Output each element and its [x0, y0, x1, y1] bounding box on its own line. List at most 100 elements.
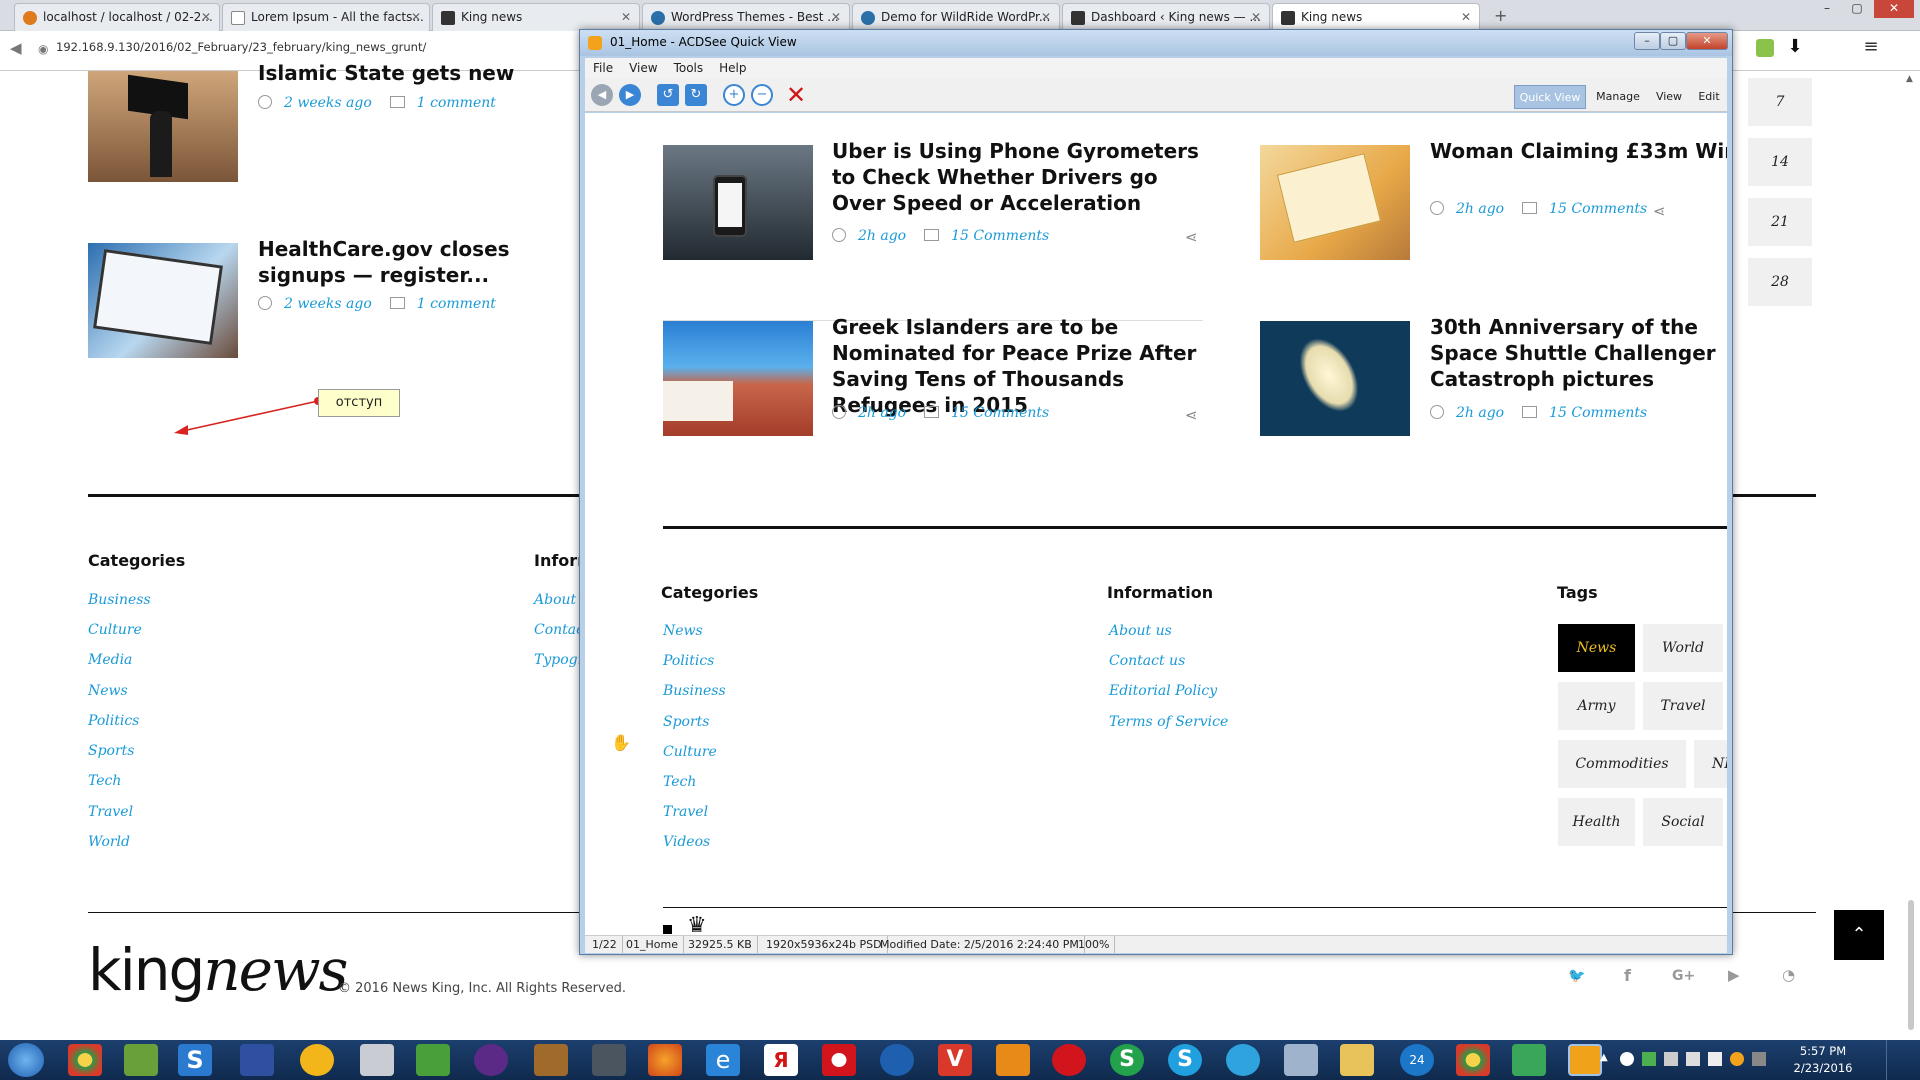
explorer-icon[interactable] — [1340, 1044, 1374, 1076]
notepad-icon[interactable] — [1284, 1044, 1318, 1076]
footer-link[interactable]: News — [663, 623, 703, 639]
previous-icon[interactable]: ◀ — [591, 84, 613, 106]
menu-icon[interactable]: ≡ — [1862, 38, 1880, 57]
tray-app-icon[interactable] — [1642, 1052, 1656, 1066]
article-thumbnail[interactable] — [663, 145, 813, 260]
opera-icon[interactable] — [822, 1044, 856, 1076]
footer-link[interactable]: Business — [88, 592, 151, 608]
app-warning-icon[interactable] — [300, 1044, 334, 1076]
viewer-close-button[interactable]: ✕ — [1686, 32, 1728, 50]
next-icon[interactable]: ▶ — [619, 84, 641, 106]
new-tab-button[interactable]: + — [1494, 6, 1507, 25]
tray-app-icon[interactable] — [1730, 1052, 1744, 1066]
footer-link[interactable]: Sports — [88, 743, 134, 759]
browser-tab[interactable]: Lorem Ipsum - All the facts... ✕ — [222, 3, 430, 31]
tag-chip[interactable]: Commodities — [1558, 740, 1686, 788]
volume-icon[interactable] — [1708, 1052, 1722, 1066]
clock-date[interactable]: 2/23/2016 — [1778, 1061, 1868, 1075]
twitter-icon[interactable]: 🐦 — [1568, 968, 1585, 984]
calendar-day[interactable]: 28 — [1748, 258, 1812, 306]
tag-chip[interactable]: NI — [1694, 740, 1727, 788]
viewer-maximize-button[interactable]: ▢ — [1660, 32, 1686, 50]
footer-link[interactable]: Politics — [88, 713, 139, 729]
tag-chip[interactable]: Social — [1643, 798, 1723, 846]
close-window-button[interactable]: ✕ — [1874, 0, 1914, 18]
rss-icon[interactable]: ◔ — [1782, 966, 1795, 984]
chart-app-icon[interactable] — [416, 1044, 450, 1076]
close-tab-icon[interactable]: ✕ — [1041, 4, 1051, 31]
footer-link[interactable]: Culture — [663, 744, 717, 760]
battery-icon[interactable] — [1752, 1052, 1766, 1066]
start-button[interactable] — [8, 1043, 44, 1077]
vivaldi-icon[interactable]: V — [938, 1044, 972, 1076]
footer-link[interactable]: Videos — [663, 834, 710, 850]
article-title[interactable]: Uber is Using Phone Gyrometers to Check … — [832, 138, 1202, 216]
viewer-image[interactable]: Uber is Using Phone Gyrometers to Check … — [585, 113, 1727, 935]
footer-link[interactable]: Business — [663, 683, 726, 699]
back-icon[interactable]: ◀ — [10, 39, 22, 57]
close-tab-icon[interactable]: ✕ — [831, 4, 841, 31]
mode-edit[interactable]: Edit — [1691, 85, 1727, 109]
footer-link[interactable]: News — [88, 683, 128, 699]
network-icon[interactable] — [1686, 1052, 1700, 1066]
article-title[interactable]: Islamic State gets new murders. — [258, 60, 588, 86]
chrome-icon[interactable] — [68, 1044, 102, 1076]
telegram-icon[interactable] — [1226, 1044, 1260, 1076]
article-thumbnail[interactable] — [663, 321, 813, 436]
calendar-day[interactable]: 14 — [1748, 138, 1812, 186]
browser-tab[interactable]: WordPress Themes - Best ... ✕ — [642, 3, 850, 31]
footer-link[interactable]: Culture — [88, 622, 142, 638]
menu-help[interactable]: Help — [711, 58, 754, 78]
sublime-icon[interactable] — [534, 1044, 568, 1076]
browser-tab[interactable]: Dashboard ‹ King news — ... ✕ — [1062, 3, 1270, 31]
menu-file[interactable]: File — [585, 58, 621, 78]
mode-manage[interactable]: Manage — [1589, 85, 1647, 109]
footer-link[interactable]: Media — [88, 652, 132, 668]
share-icon[interactable]: ⋖ — [1653, 202, 1667, 220]
footer-link[interactable]: Terms of Service — [1109, 714, 1228, 730]
browser-tab[interactable]: localhost / localhost / 02-2... ✕ — [14, 3, 220, 31]
footer-link[interactable]: Politics — [663, 653, 714, 669]
footer-link[interactable]: Contac — [534, 622, 584, 638]
firefox-icon[interactable] — [648, 1044, 682, 1076]
url-field[interactable]: 192.168.9.130/2016/02_February/23_februa… — [56, 40, 426, 54]
article-title[interactable]: Woman Claiming £33m Win, H Washed Lotter… — [1430, 138, 1727, 190]
footer-link[interactable]: Editorial Policy — [1109, 683, 1217, 699]
flag-icon[interactable] — [1664, 1052, 1678, 1066]
maximize-button[interactable]: ▢ — [1844, 0, 1870, 18]
tag-chip-active[interactable]: News — [1558, 624, 1635, 672]
footer-link[interactable]: World — [88, 834, 130, 850]
app-icon[interactable] — [1052, 1044, 1086, 1076]
tag-chip[interactable]: Army — [1558, 682, 1635, 730]
site-logo[interactable]: kingnews — [88, 940, 348, 1000]
app-s-icon[interactable]: S — [1110, 1044, 1144, 1076]
app-icon[interactable] — [592, 1044, 626, 1076]
footer-link[interactable]: Sports — [663, 714, 709, 730]
extension-icon[interactable] — [1756, 39, 1774, 57]
tray-app-icon[interactable] — [1620, 1052, 1634, 1066]
youtube-icon[interactable]: ▶ — [1728, 966, 1740, 984]
zoom-out-icon[interactable]: − — [751, 84, 773, 106]
calendar-day[interactable]: 7 — [1748, 78, 1812, 126]
article-title[interactable]: Greek Islanders are to be Nominated for … — [832, 314, 1212, 418]
footer-link[interactable]: About us — [1109, 623, 1172, 639]
app-icon[interactable] — [996, 1044, 1030, 1076]
close-tab-icon[interactable]: ✕ — [1251, 4, 1261, 31]
scrollbar-thumb[interactable] — [1908, 900, 1914, 1030]
footer-link[interactable]: Tech — [663, 774, 696, 790]
spreadsheet-icon[interactable] — [124, 1044, 158, 1076]
browser-tab[interactable]: Demo for WildRide WordPr... ✕ — [852, 3, 1060, 31]
article-thumbnail[interactable] — [1260, 321, 1410, 436]
article-title[interactable]: HealthCare.gov closes signups — register… — [258, 236, 588, 288]
share-icon[interactable]: ⋖ — [1185, 228, 1199, 246]
calculator-icon[interactable] — [360, 1044, 394, 1076]
scroll-up-icon[interactable]: ▲ — [1906, 74, 1914, 88]
footer-link[interactable]: Travel — [88, 804, 133, 820]
facebook-icon[interactable]: f — [1624, 966, 1631, 985]
viewer-minimize-button[interactable]: – — [1634, 32, 1660, 50]
delete-icon[interactable]: ✕ — [785, 83, 807, 107]
article-thumbnail[interactable] — [88, 71, 238, 182]
footer-link[interactable]: Typogr — [534, 652, 584, 668]
share-icon[interactable]: ⋖ — [1185, 406, 1199, 424]
close-tab-icon[interactable]: ✕ — [1461, 4, 1471, 31]
